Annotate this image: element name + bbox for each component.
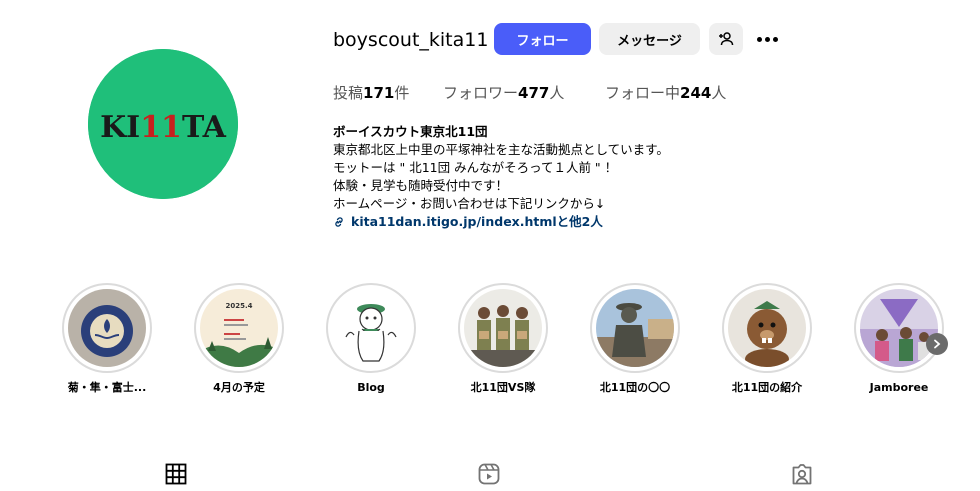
bio-line: ホームページ・お問い合わせは下記リンクから↓ [333, 196, 606, 211]
add-user-icon [719, 32, 734, 46]
highlight-label: 4月の予定 [213, 381, 265, 394]
bio-line: 体験・見学も随時受付中です！ [333, 178, 509, 193]
svg-text:2025.4: 2025.4 [225, 302, 252, 310]
highlight-label: 北11団の紹介 [731, 381, 803, 394]
avatar-logo-text: KI11TA [100, 110, 227, 145]
message-button[interactable]: メッセージ [599, 23, 700, 55]
stat-posts: 投稿171件 [333, 84, 410, 102]
highlight-label: 北11団の〇〇 [599, 381, 671, 394]
highlight-item[interactable]: 2025.4 4月の予定 [194, 283, 284, 395]
highlight-cover [332, 289, 410, 367]
highlight-item[interactable]: 北11団の紹介 [722, 283, 812, 395]
tab-posts[interactable] [164, 462, 188, 486]
suggest-user-button[interactable] [709, 23, 743, 55]
highlight-label: 菊・隼・富士... [67, 381, 147, 394]
stat-following[interactable]: フォロー中244人 [605, 83, 726, 103]
highlight-item[interactable]: Blog [326, 283, 416, 395]
avatar-logo: KI11TA [88, 49, 238, 199]
highlight-label: Jamboree [869, 381, 929, 394]
profile-avatar[interactable]: KI11TA [88, 49, 238, 199]
bio-line: モットーは " 北11団 みんながそろって１人前 " ！ [333, 160, 618, 175]
more-icon [756, 36, 778, 42]
tab-reels[interactable] [477, 462, 501, 486]
highlight-cover [68, 289, 146, 367]
highlight-cover: 2025.4 [200, 289, 278, 367]
grid-icon [165, 463, 187, 485]
tab-tagged[interactable] [790, 462, 814, 486]
highlight-item[interactable]: 菊・隼・富士... [62, 283, 152, 395]
stat-followers[interactable]: フォロワー477人 [443, 83, 564, 103]
highlight-cover [860, 289, 938, 367]
highlight-label: 北11団VS隊 [470, 381, 536, 394]
chevron-right-icon [934, 339, 941, 349]
follow-button[interactable]: フォロー [494, 23, 591, 55]
bio-line: 東京都北区上中里の平塚神社を主な活動拠点としています。 [333, 142, 669, 157]
link-icon [335, 217, 343, 227]
reels-icon [478, 463, 500, 485]
bio-link-text[interactable]: kita11dan.itigo.jp/index.htmlと他2人 [351, 213, 603, 231]
highlight-cover [596, 289, 674, 367]
highlights-next-button[interactable] [926, 333, 948, 355]
highlight-label: Blog [357, 381, 385, 394]
profile-username: boyscout_kita11 [333, 29, 489, 51]
more-options-button[interactable] [752, 23, 782, 55]
highlight-item[interactable]: 北11団VS隊 [458, 283, 548, 395]
bio-link[interactable]: kita11dan.itigo.jp/index.htmlと他2人 [333, 213, 669, 231]
highlight-cover [464, 289, 542, 367]
highlight-item[interactable]: 北11団の〇〇 [590, 283, 680, 395]
highlight-cover [728, 289, 806, 367]
bio-name: ボーイスカウト東京北11団 [333, 124, 488, 139]
tagged-icon [792, 464, 812, 485]
profile-bio: ボーイスカウト東京北11団 東京都北区上中里の平塚神社を主な活動拠点としています… [333, 123, 669, 231]
